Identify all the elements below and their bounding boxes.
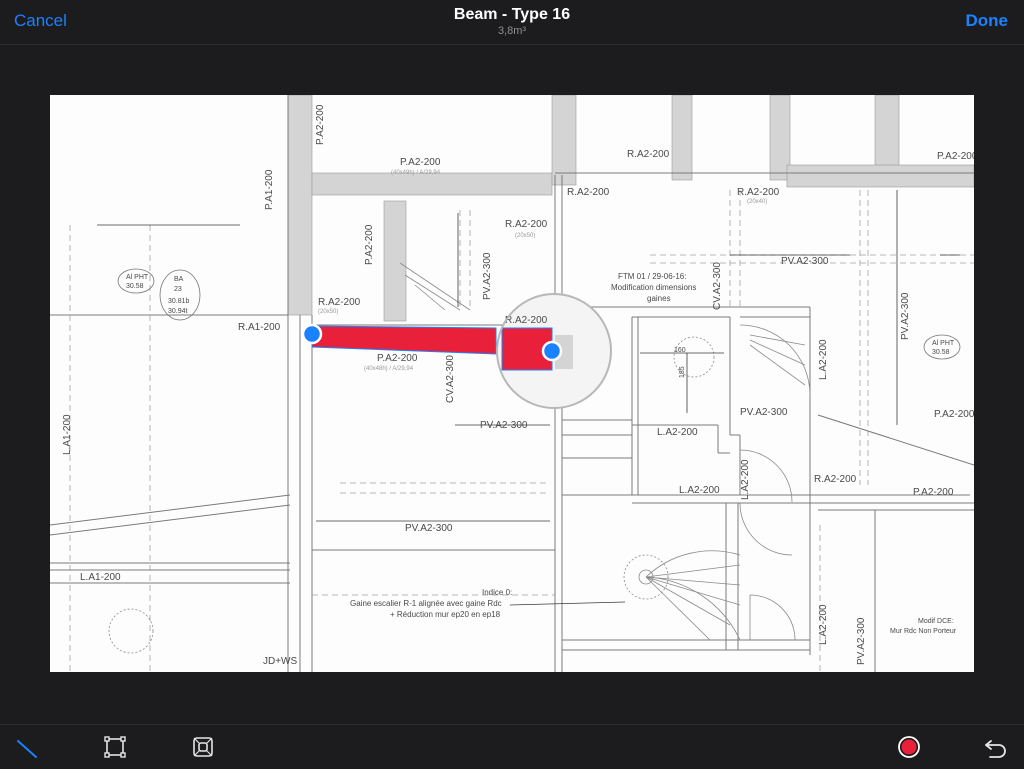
plan-label: L.A2-200 <box>740 459 751 500</box>
level-tag-text: 30.58 <box>932 349 950 356</box>
plan-label: R.A2-200 <box>318 297 361 308</box>
plan-label: PV.A2-300 <box>405 523 453 534</box>
plan-label: JD+WS <box>263 656 298 667</box>
plan-label: P.A2-200 <box>377 353 418 364</box>
plan-label: R.A2-200 <box>814 474 857 485</box>
plan-label: PV.A2-300 <box>781 256 829 267</box>
plan-label: P.A2-200 <box>934 409 974 420</box>
plan-label: PV.A2-300 <box>856 617 867 665</box>
plan-label: (40x48h) / A/29,94 <box>364 366 414 372</box>
plan-label: R.A2-200 <box>567 187 610 198</box>
level-tag-text: 23 <box>174 286 182 293</box>
plan-label: PV.A2-300 <box>482 252 493 300</box>
rectangle-tool-icon[interactable] <box>101 733 129 761</box>
annotation-note: gaines <box>647 294 671 303</box>
plan-label: P.A1-200 <box>264 169 275 210</box>
plan-label: P.A2-200 <box>315 104 326 145</box>
annotation-note: Indice 0: <box>482 588 512 597</box>
beam-start-handle[interactable] <box>301 323 323 345</box>
annotation-note: Gaine escalier R-1 alignée avec gaine Rd… <box>350 599 502 608</box>
plan-label: P.A2-200 <box>400 157 441 168</box>
plan-label: P.A2-200 <box>913 487 954 498</box>
level-tag-text: 30.94t <box>168 308 188 315</box>
bottom-toolbar <box>0 724 1024 769</box>
plan-label: L.A2-200 <box>818 339 829 380</box>
dashed-grid-lines <box>69 190 974 672</box>
volume-subtitle: 3,8m³ <box>497 25 527 37</box>
level-tag-text: BA <box>174 276 184 283</box>
plan-label: P.A2-200 <box>937 151 974 162</box>
area-tool-icon[interactable] <box>189 733 217 761</box>
plan-label: PV.A2-300 <box>740 407 788 418</box>
level-tag-text: Al PHT <box>126 274 149 281</box>
undo-icon[interactable] <box>982 733 1010 761</box>
plan-label: L.A2-200 <box>679 485 720 496</box>
plan-label: (20x40) <box>747 199 767 205</box>
floor-plan-canvas[interactable]: P.A1-200 R.A1-200 R.A2-200 (20x50) P.A2-… <box>50 95 974 672</box>
plan-label: (20x50) <box>318 309 338 315</box>
color-picker-icon[interactable] <box>895 733 923 761</box>
plan-label: L.A2-200 <box>818 604 829 645</box>
annotation-note: FTM 01 / 29-06-16: <box>618 272 686 281</box>
plan-label: CV.A2-300 <box>445 355 456 403</box>
annotation-note: Modif DCE: <box>918 618 954 625</box>
dimension-text: 185 <box>679 366 686 378</box>
loupe-label: R.A2-200 <box>505 315 548 326</box>
plan-label: PV.A2-300 <box>900 292 911 340</box>
plan-label: (20x50) <box>515 233 535 239</box>
done-button[interactable]: Done <box>966 11 1009 31</box>
plan-label: L.A1-200 <box>80 572 121 583</box>
annotation-note: Modification dimensions <box>611 283 696 292</box>
plan-label: P.A2-200 <box>364 224 375 265</box>
level-tag-text: Al PHT <box>932 340 955 347</box>
level-tag-text: 30.81b <box>168 298 190 305</box>
plan-label: PV.A2-300 <box>480 420 528 431</box>
plan-label: L.A1-200 <box>62 414 73 455</box>
title-block: Beam - Type 16 3,8m³ <box>0 6 1024 37</box>
plan-label: CV.A2-300 <box>712 262 723 310</box>
plan-label: L.A2-200 <box>657 427 698 438</box>
plan-label: R.A1-200 <box>238 322 281 333</box>
page-title: Beam - Type 16 <box>453 6 571 23</box>
plan-label: R.A2-200 <box>505 219 548 230</box>
stair-symbols <box>108 262 811 654</box>
plan-label: R.A2-200 <box>737 187 780 198</box>
annotation-note: Mur Rdc Non Porteur <box>890 628 957 635</box>
dimension-text: 160 <box>674 347 686 354</box>
beam-shape[interactable] <box>311 325 497 355</box>
navigation-bar: Cancel Beam - Type 16 3,8m³ Done <box>0 0 1024 45</box>
line-tool-icon[interactable] <box>14 733 42 761</box>
beam-end-handle[interactable] <box>541 340 563 362</box>
level-tag-text: 30.58 <box>126 283 144 290</box>
floor-plan-drawing: P.A1-200 R.A1-200 R.A2-200 (20x50) P.A2-… <box>50 95 974 672</box>
plan-label: R.A2-200 <box>627 149 670 160</box>
plan-label: (40x49h) / A/29,94 <box>391 170 441 176</box>
annotation-note: + Réduction mur ep20 en ep18 <box>390 610 501 619</box>
